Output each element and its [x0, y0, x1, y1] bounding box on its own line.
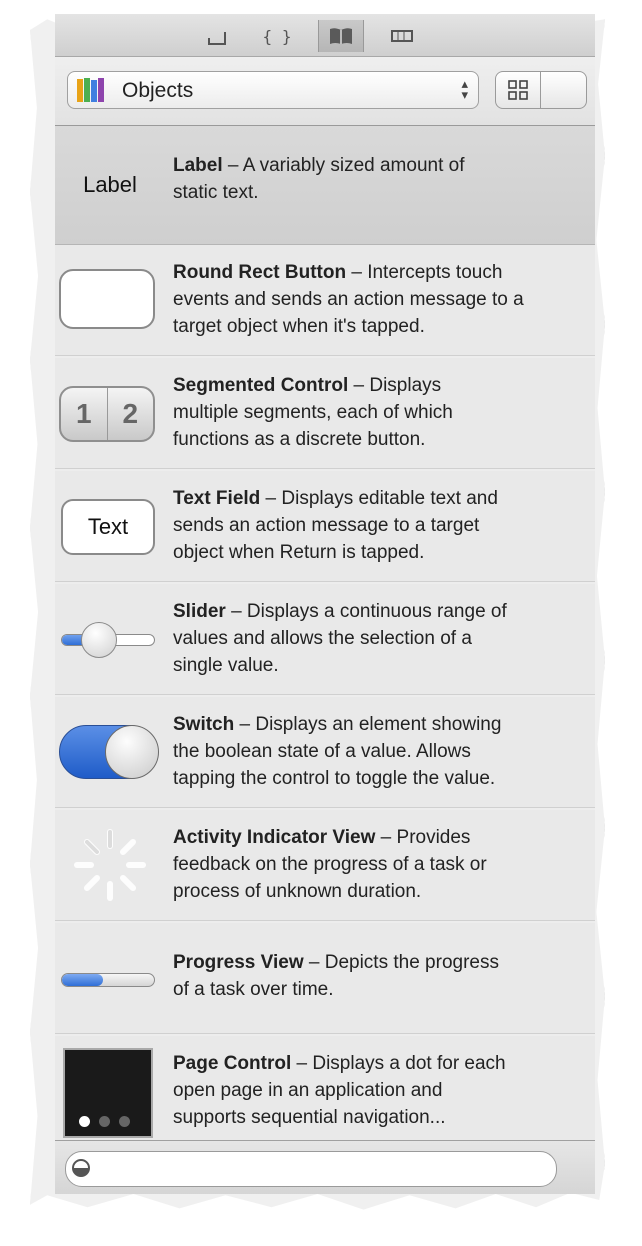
desc-line: – A variably sized amount of — [222, 155, 465, 176]
activity-spinner-icon — [74, 829, 146, 901]
page-dot — [119, 1116, 130, 1127]
list-item-text-field[interactable]: Text Text Field – Displays editable text… — [55, 471, 595, 582]
desc-line: open page in an application and — [173, 1080, 443, 1101]
list-item-page-control[interactable]: Page Control – Displays a dot for each o… — [55, 1036, 595, 1147]
desc-line: – Depicts the progress — [303, 952, 499, 973]
item-description: Progress View – Depicts the progress of … — [173, 949, 593, 1003]
object-library-icon[interactable] — [318, 20, 364, 52]
item-description: Switch – Displays an element showing the… — [173, 711, 593, 792]
switch-knob — [105, 725, 159, 779]
item-description: Activity Indicator View – Provides feedb… — [173, 824, 593, 905]
library-selector-popup[interactable]: Objects ▴ ▾ — [67, 71, 479, 109]
list-item-round-rect-button[interactable]: Round Rect Button – Intercepts touch eve… — [55, 245, 595, 356]
item-title: Slider — [173, 601, 226, 622]
item-title: Page Control — [173, 1053, 292, 1074]
list-item-segmented-control[interactable]: 1 2 Segmented Control – Displays multipl… — [55, 358, 595, 469]
desc-line: values and allows the selection of a — [173, 628, 472, 649]
desc-line: process of unknown duration. — [173, 881, 422, 902]
list-item-switch[interactable]: Switch – Displays an element showing the… — [55, 697, 595, 808]
desc-line: – Provides — [375, 827, 471, 848]
item-description: Slider – Displays a continuous range of … — [173, 598, 593, 679]
library-filter-bar — [55, 1140, 595, 1194]
list-item-label[interactable]: Label Label – A variably sized amount of… — [55, 126, 595, 245]
object-library-panel: { } Objects ▴ ▾ Label Label – A variably… — [55, 14, 595, 1194]
page-dot-active — [79, 1116, 90, 1127]
file-template-icon[interactable] — [195, 20, 239, 52]
desc-line: multiple segments, each of which — [173, 402, 453, 423]
grid-view-button[interactable] — [496, 72, 541, 108]
slider-thumbnail — [55, 584, 165, 694]
page-control-thumbnail — [55, 1036, 165, 1146]
item-description: Label – A variably sized amount of stati… — [173, 152, 593, 206]
object-list: Label Label – A variably sized amount of… — [55, 126, 595, 1147]
desc-line: sends an action message to a target — [173, 515, 480, 536]
filter-icon — [72, 1159, 90, 1177]
popup-arrows-icon: ▴ ▾ — [461, 76, 468, 102]
progress-view-thumbnail — [55, 923, 165, 1033]
desc-line: of a task over time. — [173, 979, 334, 1000]
library-selector-label: Objects — [122, 79, 194, 102]
item-title: Text Field — [173, 488, 261, 509]
segmented-control-thumbnail: 1 2 — [55, 358, 165, 468]
text-field-thumbnail: Text — [55, 471, 165, 581]
segment-label: 2 — [122, 398, 139, 429]
list-item-activity-indicator-view[interactable]: Activity Indicator View – Provides feedb… — [55, 810, 595, 921]
activity-indicator-thumbnail — [55, 810, 165, 920]
item-description: Segmented Control – Displays multiple se… — [173, 372, 593, 453]
list-item-progress-view[interactable]: Progress View – Depicts the progress of … — [55, 923, 595, 1034]
desc-line: – Displays a dot for each — [291, 1053, 506, 1074]
segment-label: 1 — [61, 388, 108, 440]
item-title: Activity Indicator View — [173, 827, 376, 848]
books-icon — [77, 78, 104, 102]
slider-knob — [80, 622, 117, 658]
item-title: Label — [173, 155, 223, 176]
round-rect-button-thumbnail — [55, 245, 165, 355]
label-thumbnail: Label — [55, 126, 165, 244]
desc-line: – Intercepts touch — [346, 262, 503, 283]
desc-line: events and sends an action message to a — [173, 289, 524, 310]
desc-line: object when Return is tapped. — [173, 542, 425, 563]
desc-line: supports sequential navigation... — [173, 1107, 446, 1128]
desc-line: – Displays a continuous range of — [225, 601, 507, 622]
grid-view-icon — [508, 80, 528, 100]
text-field-thumb-text: Text — [87, 514, 129, 539]
desc-line: feedback on the progress of a task or — [173, 854, 487, 875]
media-library-icon[interactable] — [380, 20, 424, 52]
progress-track — [61, 973, 155, 987]
desc-line: target object when it's tapped. — [173, 316, 425, 337]
item-title: Progress View — [173, 952, 304, 973]
page-dot — [99, 1116, 110, 1127]
switch-thumbnail — [55, 697, 165, 807]
library-tab-bar: { } — [55, 14, 595, 57]
item-title: Switch — [173, 714, 235, 735]
code-snippet-icon[interactable]: { } — [255, 20, 299, 52]
item-title: Segmented Control — [173, 375, 349, 396]
view-mode-segmented — [495, 71, 587, 109]
list-item-slider[interactable]: Slider – Displays a continuous range of … — [55, 584, 595, 695]
desc-line: single value. — [173, 655, 279, 676]
item-description: Round Rect Button – Intercepts touch eve… — [173, 259, 593, 340]
item-description: Text Field – Displays editable text and … — [173, 485, 593, 566]
desc-line: – Displays — [348, 375, 442, 396]
label-thumb-text: Label — [83, 172, 137, 197]
desc-line: static text. — [173, 182, 259, 203]
filter-search-field[interactable] — [65, 1151, 557, 1187]
desc-line: – Displays an element showing — [234, 714, 502, 735]
item-description: Page Control – Displays a dot for each o… — [173, 1050, 593, 1131]
desc-line: functions as a discrete button. — [173, 429, 426, 450]
desc-line: – Displays editable text and — [260, 488, 498, 509]
item-title: Round Rect Button — [173, 262, 347, 283]
library-toolbar: Objects ▴ ▾ — [55, 57, 595, 126]
desc-line: tapping the control to toggle the value. — [173, 768, 496, 789]
progress-fill — [62, 974, 104, 986]
desc-line: the boolean state of a value. Allows — [173, 741, 471, 762]
